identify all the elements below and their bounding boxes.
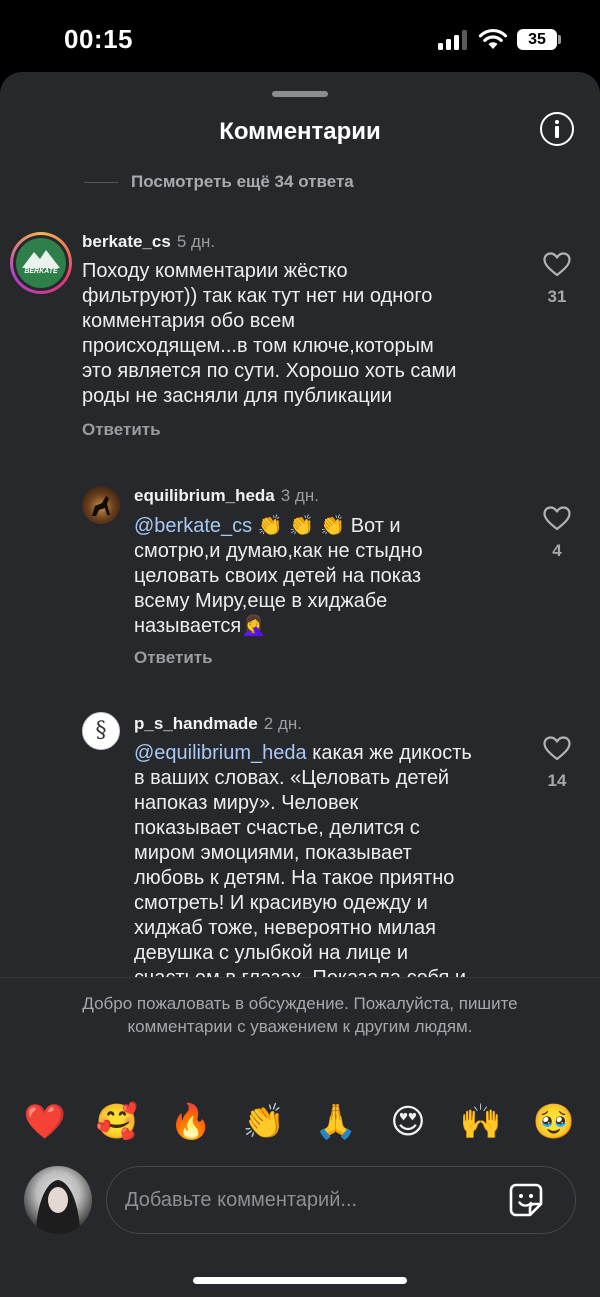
timestamp: 3 дн. [280,486,319,505]
emoji-heart-eyes[interactable]: 😍 [386,1100,430,1144]
view-more-replies[interactable]: Посмотреть ещё 34 ответа [84,170,354,194]
timestamp: 2 дн. [263,714,302,733]
avatar-logo: § [95,718,107,743]
quick-emoji-bar: ❤️ 🥰 🔥 👏 🙏 😍 🙌 🥹 [0,1100,600,1144]
home-indicator[interactable] [193,1277,407,1284]
comment: BERKATE berkate_cs 5 дн. Походу комментар… [0,222,600,462]
user-avatar[interactable] [24,1166,92,1234]
avatar[interactable] [82,486,120,524]
avatar[interactable]: BERKATE [10,232,72,294]
emoji-fire[interactable]: 🔥 [169,1100,213,1144]
comment-header: p_s_handmade 2 дн. [134,714,302,734]
comment-text: @equilibrium_heda какая же дикость в ваш… [134,742,472,977]
emoji-pray[interactable]: 🙏 [314,1100,358,1144]
comments-sheet: Комментарии Посмотреть ещё 34 ответа BER… [0,72,600,1297]
view-more-label: Посмотреть ещё 34 ответа [131,172,354,191]
battery-indicator: 35 [517,29,557,50]
info-icon[interactable] [540,112,574,146]
heart-icon [543,252,571,277]
mention-link[interactable]: @berkate_cs [134,515,252,537]
comment-input-placeholder: Добавьте комментарий... [125,1189,358,1211]
like-button[interactable]: 14 [540,736,574,791]
username[interactable]: p_s_handmade [134,714,258,733]
sheet-title: Комментарии [219,118,381,145]
emoji-raised-hands[interactable]: 🙌 [459,1100,503,1144]
horse-icon [92,496,110,516]
mountain-icon [22,250,60,268]
mention-link[interactable]: @equilibrium_heda [134,742,307,764]
reply-button[interactable]: Ответить [134,648,213,668]
like-count: 4 [552,541,562,560]
comment-header: berkate_cs 5 дн. [82,232,215,252]
comment-header: equilibrium_heda 3 дн. [134,486,319,506]
like-count: 31 [547,287,567,306]
status-time: 00:15 [64,24,133,54]
signal-icon [438,30,467,50]
wifi-icon [478,28,508,49]
emoji-clap[interactable]: 👏 [242,1100,286,1144]
comments-list[interactable]: BERKATE berkate_cs 5 дн. Походу комментар… [0,222,600,977]
user-portrait-icon [36,1180,80,1234]
like-button[interactable]: 4 [540,506,574,561]
comment-input[interactable]: Добавьте комментарий... [106,1166,576,1234]
emoji-heart[interactable]: ❤️ [23,1100,67,1144]
like-button[interactable]: 31 [540,252,574,307]
timestamp: 5 дн. [176,232,216,251]
like-count: 14 [547,771,567,790]
comment-reply: equilibrium_heda 3 дн. @berkate_cs 👏 👏 👏 … [0,472,600,682]
reply-button[interactable]: Ответить [82,420,161,440]
comment-reply: § p_s_handmade 2 дн. @equilibrium_heda ка… [0,702,600,977]
inline-emojis: 👏 👏 👏 [257,513,346,537]
sticker-icon[interactable] [507,1181,545,1219]
username[interactable]: equilibrium_heda [134,486,275,505]
status-bar: 00:15 35 [0,0,600,72]
emoji-smiling-hearts[interactable]: 🥰 [95,1100,139,1144]
heart-icon [543,736,571,761]
battery-tip [558,35,561,44]
username[interactable]: berkate_cs [82,232,171,251]
divider [0,977,600,978]
comment-text: @berkate_cs 👏 👏 👏 Вот и смотрю,и думаю,к… [134,513,423,637]
emoji-pleading[interactable]: 🥹 [532,1100,576,1144]
heart-icon [543,506,571,531]
community-guidelines: Добро пожаловать в обсуждение. Пожалуйст… [82,994,518,1036]
comment-text: Походу комментарии жёстко фильтруют)) та… [82,260,457,407]
sheet-grabber[interactable] [272,91,328,97]
avatar-logo-text: BERKATE [24,268,58,275]
avatar[interactable]: § [82,712,120,750]
